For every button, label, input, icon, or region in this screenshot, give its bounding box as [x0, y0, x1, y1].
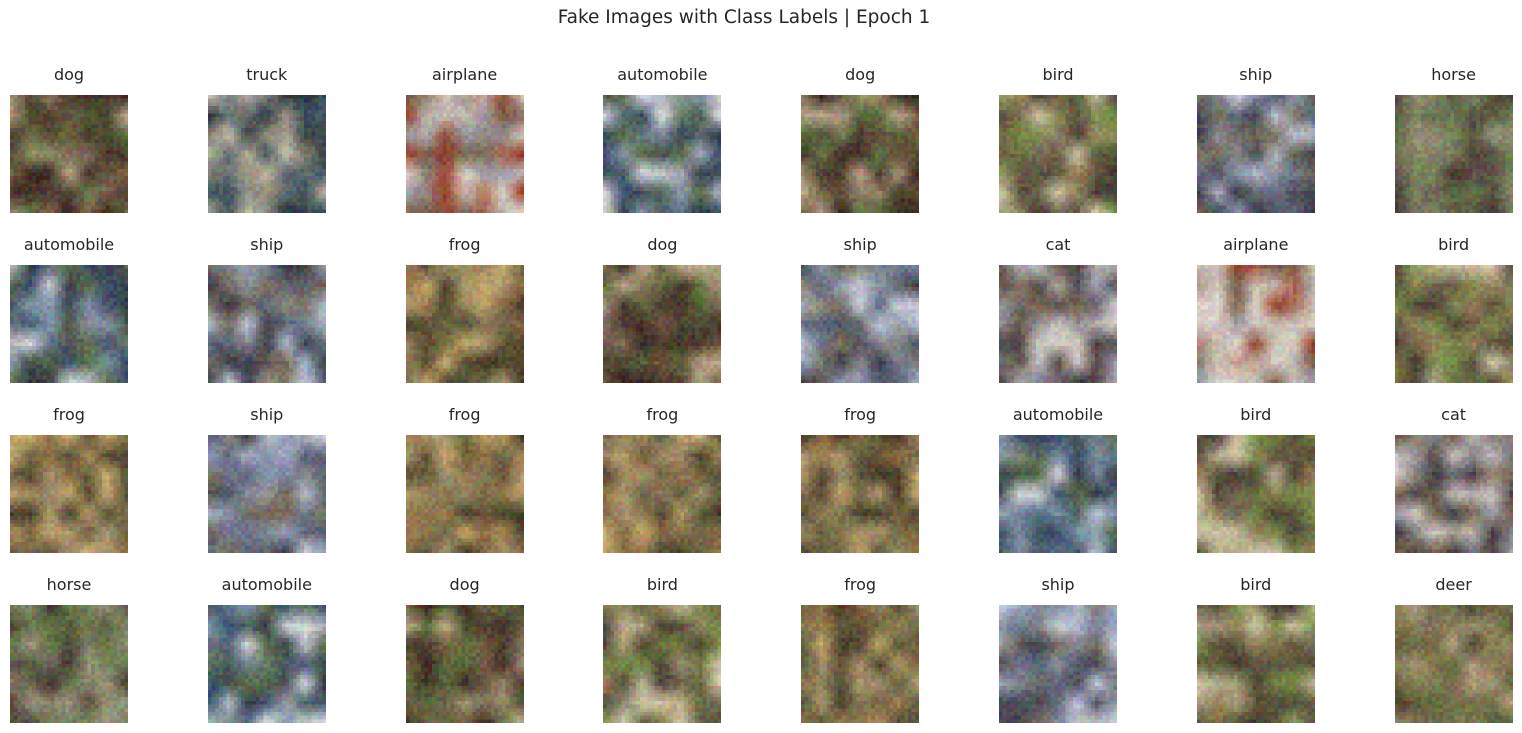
- sample-cell: dog: [10, 64, 128, 214]
- class-label: horse: [46, 575, 92, 594]
- class-label: frog: [448, 405, 481, 424]
- class-label: bird: [1240, 575, 1272, 594]
- generated-image: [207, 265, 326, 383]
- generated-image: [405, 435, 524, 553]
- class-label: airplane: [1223, 235, 1289, 254]
- generated-image: [207, 95, 326, 213]
- class-label: automobile: [221, 575, 312, 594]
- generated-image: [999, 605, 1117, 723]
- class-label: cat: [1045, 235, 1071, 254]
- figure-title: Fake Images with Class Labels | Epoch 1: [557, 7, 931, 28]
- class-label: automobile: [23, 235, 115, 254]
- generated-image: [603, 435, 722, 553]
- class-label: ship: [250, 405, 284, 424]
- sample-cell: dog: [603, 234, 722, 384]
- class-label: airplane: [431, 65, 498, 84]
- generated-image: [1394, 95, 1513, 213]
- sample-cell: bird: [1196, 574, 1315, 724]
- sample-cell: horse: [10, 574, 128, 724]
- class-label: ship: [1239, 65, 1273, 84]
- generated-image: [1196, 95, 1315, 213]
- generated-image: [999, 95, 1117, 213]
- generated-image: [10, 265, 128, 383]
- generated-image: [405, 605, 524, 723]
- class-label: bird: [646, 575, 678, 594]
- sample-cell: truck: [207, 64, 326, 214]
- sample-cell: ship: [207, 404, 326, 554]
- generated-image: [405, 265, 524, 383]
- sample-cell: ship: [999, 574, 1117, 724]
- class-label: cat: [1441, 405, 1467, 424]
- class-label: automobile: [617, 65, 708, 84]
- sample-cell: frog: [603, 404, 722, 554]
- sample-cell: deer: [1394, 574, 1513, 724]
- sample-cell: frog: [10, 404, 128, 554]
- sample-cell: frog: [405, 234, 524, 384]
- generated-image: [801, 435, 920, 553]
- generated-image: [999, 265, 1117, 383]
- generated-image: [405, 95, 524, 213]
- sample-cell: dog: [801, 64, 920, 214]
- generated-image: [603, 265, 722, 383]
- class-label: dog: [53, 65, 85, 84]
- sample-cell: airplane: [1196, 234, 1315, 384]
- generated-image: [1196, 435, 1315, 553]
- generated-image: [10, 95, 128, 213]
- sample-cell: dog: [405, 574, 524, 724]
- sample-cell: airplane: [405, 64, 524, 214]
- sample-cell: automobile: [10, 234, 128, 384]
- sample-cell: bird: [603, 574, 722, 724]
- sample-cell: frog: [801, 404, 920, 554]
- class-label: deer: [1435, 575, 1472, 594]
- sample-cell: automobile: [999, 404, 1117, 554]
- class-label: horse: [1431, 65, 1476, 84]
- generated-image: [801, 265, 920, 383]
- generated-image: [1196, 605, 1315, 723]
- generated-image: [10, 435, 128, 553]
- sample-cell: frog: [801, 574, 920, 724]
- class-label: frog: [448, 235, 481, 254]
- class-label: bird: [1438, 235, 1470, 254]
- generated-image: [801, 605, 920, 723]
- sample-cell: bird: [1394, 234, 1513, 384]
- class-label: truck: [246, 65, 288, 84]
- generated-image: [1196, 265, 1315, 383]
- sample-cell: ship: [801, 234, 920, 384]
- sample-cell: ship: [1196, 64, 1315, 214]
- class-label: dog: [845, 65, 876, 84]
- class-label: bird: [1240, 405, 1272, 424]
- sample-cell: automobile: [603, 64, 722, 214]
- sample-cell: ship: [207, 234, 326, 384]
- sample-cell: cat: [1394, 404, 1513, 554]
- sample-cell: horse: [1394, 64, 1513, 214]
- class-label: frog: [844, 575, 877, 594]
- generated-image: [603, 605, 722, 723]
- generated-image: [1394, 265, 1513, 383]
- class-label: dog: [647, 235, 678, 254]
- sample-cell: bird: [999, 64, 1117, 214]
- sample-cell: cat: [999, 234, 1117, 384]
- class-label: ship: [1041, 575, 1075, 594]
- sample-cell: bird: [1196, 404, 1315, 554]
- sample-cell: automobile: [207, 574, 326, 724]
- generated-image: [999, 435, 1117, 553]
- class-label: bird: [1042, 65, 1074, 84]
- class-label: frog: [53, 405, 85, 424]
- generated-image: [801, 95, 920, 213]
- generated-image: [207, 605, 326, 723]
- sample-cell: frog: [405, 404, 524, 554]
- class-label: frog: [844, 405, 877, 424]
- generated-image: [207, 435, 326, 553]
- generated-image: [1394, 435, 1513, 553]
- class-label: dog: [449, 575, 480, 594]
- generated-image: [1394, 605, 1513, 723]
- class-label: ship: [250, 235, 284, 254]
- image-grid: dog truck airplane automobile dog bird ship hor…: [10, 64, 1513, 724]
- class-label: frog: [646, 405, 679, 424]
- generated-image: [10, 605, 128, 723]
- class-label: automobile: [1012, 405, 1104, 424]
- class-label: ship: [843, 235, 877, 254]
- generated-image: [603, 95, 722, 213]
